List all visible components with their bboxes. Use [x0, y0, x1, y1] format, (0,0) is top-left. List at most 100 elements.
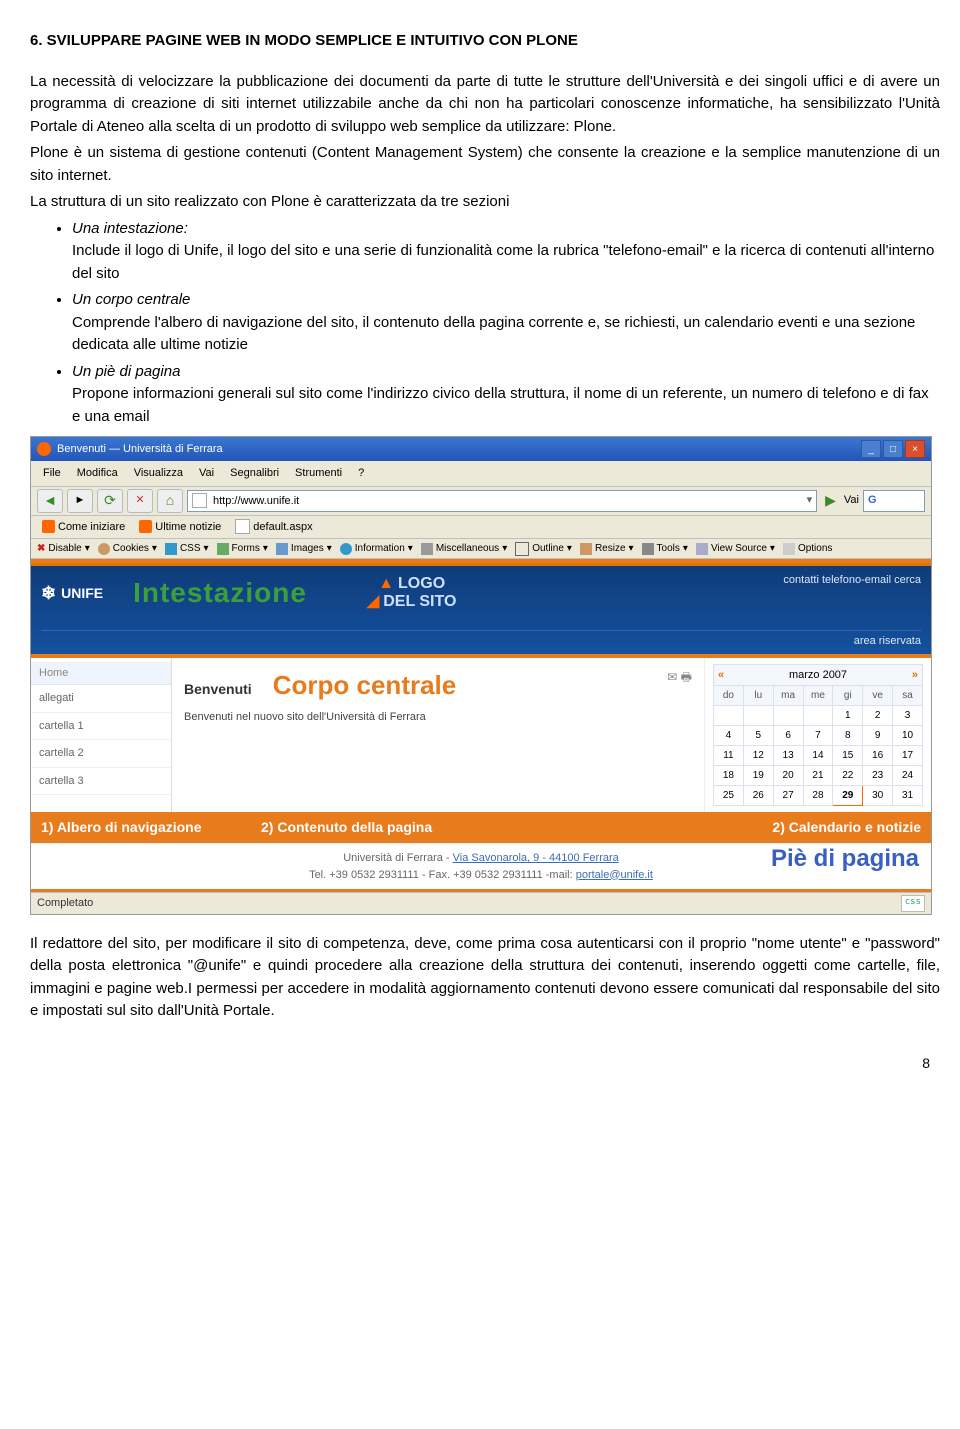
cal-day-cell[interactable]: 23	[863, 766, 893, 786]
annot-calendar: 2) Calendario e notizie	[661, 817, 921, 838]
area-riservata-link[interactable]: area riservata	[41, 630, 921, 650]
cal-day-cell[interactable]: 7	[803, 726, 833, 746]
outline-icon	[515, 542, 529, 556]
site-body: Home allegati cartella 1 cartella 2 cart…	[31, 658, 931, 813]
home-button[interactable]: ⌂	[157, 489, 183, 513]
dev-forms[interactable]: Forms▾	[217, 541, 268, 556]
search-box[interactable]: G	[863, 490, 925, 512]
menu-edit[interactable]: Modifica	[71, 463, 124, 484]
nav-item[interactable]: allegati	[31, 685, 171, 713]
menu-bookmarks[interactable]: Segnalibri	[224, 463, 285, 484]
cal-day-cell[interactable]: 16	[863, 746, 893, 766]
cal-day-cell[interactable]: 2	[863, 706, 893, 726]
cal-day-cell[interactable]: 29	[833, 786, 863, 806]
cal-day-cell[interactable]: 8	[833, 726, 863, 746]
address-bar[interactable]: ▾	[187, 490, 817, 512]
top-links[interactable]: contatti telefono-email cerca	[783, 572, 921, 589]
footer-address-link[interactable]: Via Savonarola, 9 - 44100 Ferrara	[453, 852, 619, 864]
bookmark-label: Ultime notizie	[155, 519, 221, 536]
cal-day-cell[interactable]: 18	[714, 766, 744, 786]
dev-options[interactable]: Options	[783, 541, 832, 556]
cal-day-cell[interactable]: 31	[893, 786, 923, 806]
close-button[interactable]: ×	[905, 440, 925, 458]
go-button[interactable]: ▶	[825, 490, 836, 511]
cookie-icon	[98, 543, 110, 555]
source-icon	[696, 543, 708, 555]
menu-help[interactable]: ?	[352, 463, 370, 484]
nav-item[interactable]: cartella 3	[31, 768, 171, 796]
cal-day-cell	[714, 706, 744, 726]
nav-item[interactable]: cartella 1	[31, 713, 171, 741]
footer-text: Università di Ferrara -	[343, 852, 452, 864]
footer-email-link[interactable]: portale@unife.it	[576, 869, 653, 881]
info-icon	[340, 543, 352, 555]
cal-day-cell[interactable]: 3	[893, 706, 923, 726]
cal-day-cell[interactable]: 28	[803, 786, 833, 806]
dev-images[interactable]: Images▾	[276, 541, 332, 556]
nav-home[interactable]: Home	[31, 662, 171, 686]
bookmark-label: Come iniziare	[58, 519, 125, 536]
minimize-button[interactable]: _	[861, 440, 881, 458]
cal-day-cell[interactable]: 21	[803, 766, 833, 786]
dev-css[interactable]: CSS▾	[165, 541, 209, 556]
bookmark-item[interactable]: default.aspx	[230, 518, 317, 537]
cal-prev[interactable]: «	[718, 667, 724, 684]
cal-day-cell[interactable]: 11	[714, 746, 744, 766]
forward-button[interactable]: ►	[67, 489, 93, 513]
nav-item[interactable]: cartella 2	[31, 740, 171, 768]
maximize-button[interactable]: □	[883, 440, 903, 458]
cal-day-cell[interactable]: 4	[714, 726, 744, 746]
menu-tools[interactable]: Strumenti	[289, 463, 348, 484]
calendar-table: dolumamegivesa 1234567891011121314151617…	[713, 685, 923, 806]
cal-day-cell[interactable]: 20	[773, 766, 803, 786]
dev-tools[interactable]: Tools▾	[642, 541, 688, 556]
cal-day-cell[interactable]: 27	[773, 786, 803, 806]
cal-day-cell[interactable]: 19	[743, 766, 773, 786]
action-icons[interactable]: ✉ 🖶	[667, 668, 692, 686]
cal-day-cell[interactable]: 25	[714, 786, 744, 806]
page-title: Benvenuti	[184, 681, 252, 697]
cal-day-cell[interactable]: 10	[893, 726, 923, 746]
cal-day-cell[interactable]: 5	[743, 726, 773, 746]
cal-next[interactable]: »	[912, 667, 918, 684]
dev-disable[interactable]: ✖Disable▾	[37, 541, 90, 556]
dropdown-icon[interactable]: ▾	[807, 492, 813, 509]
cal-day-cell[interactable]: 22	[833, 766, 863, 786]
dev-resize[interactable]: Resize▾	[580, 541, 634, 556]
unife-logo[interactable]: ❄ UNIFE	[41, 580, 103, 607]
site-logo: ▲LOGO ◢DEL SITO	[367, 575, 457, 610]
annotation-corpo: Corpo centrale	[273, 670, 457, 700]
menu-file[interactable]: File	[37, 463, 67, 484]
bookmark-item[interactable]: Ultime notizie	[134, 518, 226, 537]
page-icon	[192, 493, 207, 508]
cal-day-cell[interactable]: 30	[863, 786, 893, 806]
cal-day-cell[interactable]: 14	[803, 746, 833, 766]
dev-misc[interactable]: Miscellaneous▾	[421, 541, 507, 556]
window-titlebar: Benvenuti — Università di Ferrara _ □ ×	[31, 437, 931, 461]
misc-icon	[421, 543, 433, 555]
cal-day-cell[interactable]: 12	[743, 746, 773, 766]
cal-day-cell[interactable]: 6	[773, 726, 803, 746]
cal-day-cell[interactable]: 17	[893, 746, 923, 766]
page-content: Benvenuti Corpo centrale ✉ 🖶 Benvenuti n…	[172, 658, 704, 813]
cal-day-cell[interactable]: 24	[893, 766, 923, 786]
annot-content: 2) Contenuto della pagina	[261, 817, 661, 838]
reload-button[interactable]: ⟳	[97, 489, 123, 513]
dev-cookies[interactable]: Cookies▾	[98, 541, 157, 556]
dev-info[interactable]: Information▾	[340, 541, 413, 556]
triangle-icon: ◢	[367, 593, 379, 610]
bookmark-item[interactable]: Come iniziare	[37, 518, 130, 537]
menu-go[interactable]: Vai	[193, 463, 220, 484]
menu-view[interactable]: Visualizza	[128, 463, 189, 484]
dev-viewsource[interactable]: View Source▾	[696, 541, 775, 556]
tools-icon	[642, 543, 654, 555]
cal-day-cell[interactable]: 1	[833, 706, 863, 726]
cal-day-cell[interactable]: 13	[773, 746, 803, 766]
cal-day-cell[interactable]: 15	[833, 746, 863, 766]
stop-button[interactable]: ✕	[127, 489, 153, 513]
cal-day-cell[interactable]: 9	[863, 726, 893, 746]
back-button[interactable]: ◄	[37, 489, 63, 513]
url-input[interactable]	[211, 494, 803, 508]
cal-day-cell[interactable]: 26	[743, 786, 773, 806]
dev-outline[interactable]: Outline▾	[515, 541, 572, 556]
